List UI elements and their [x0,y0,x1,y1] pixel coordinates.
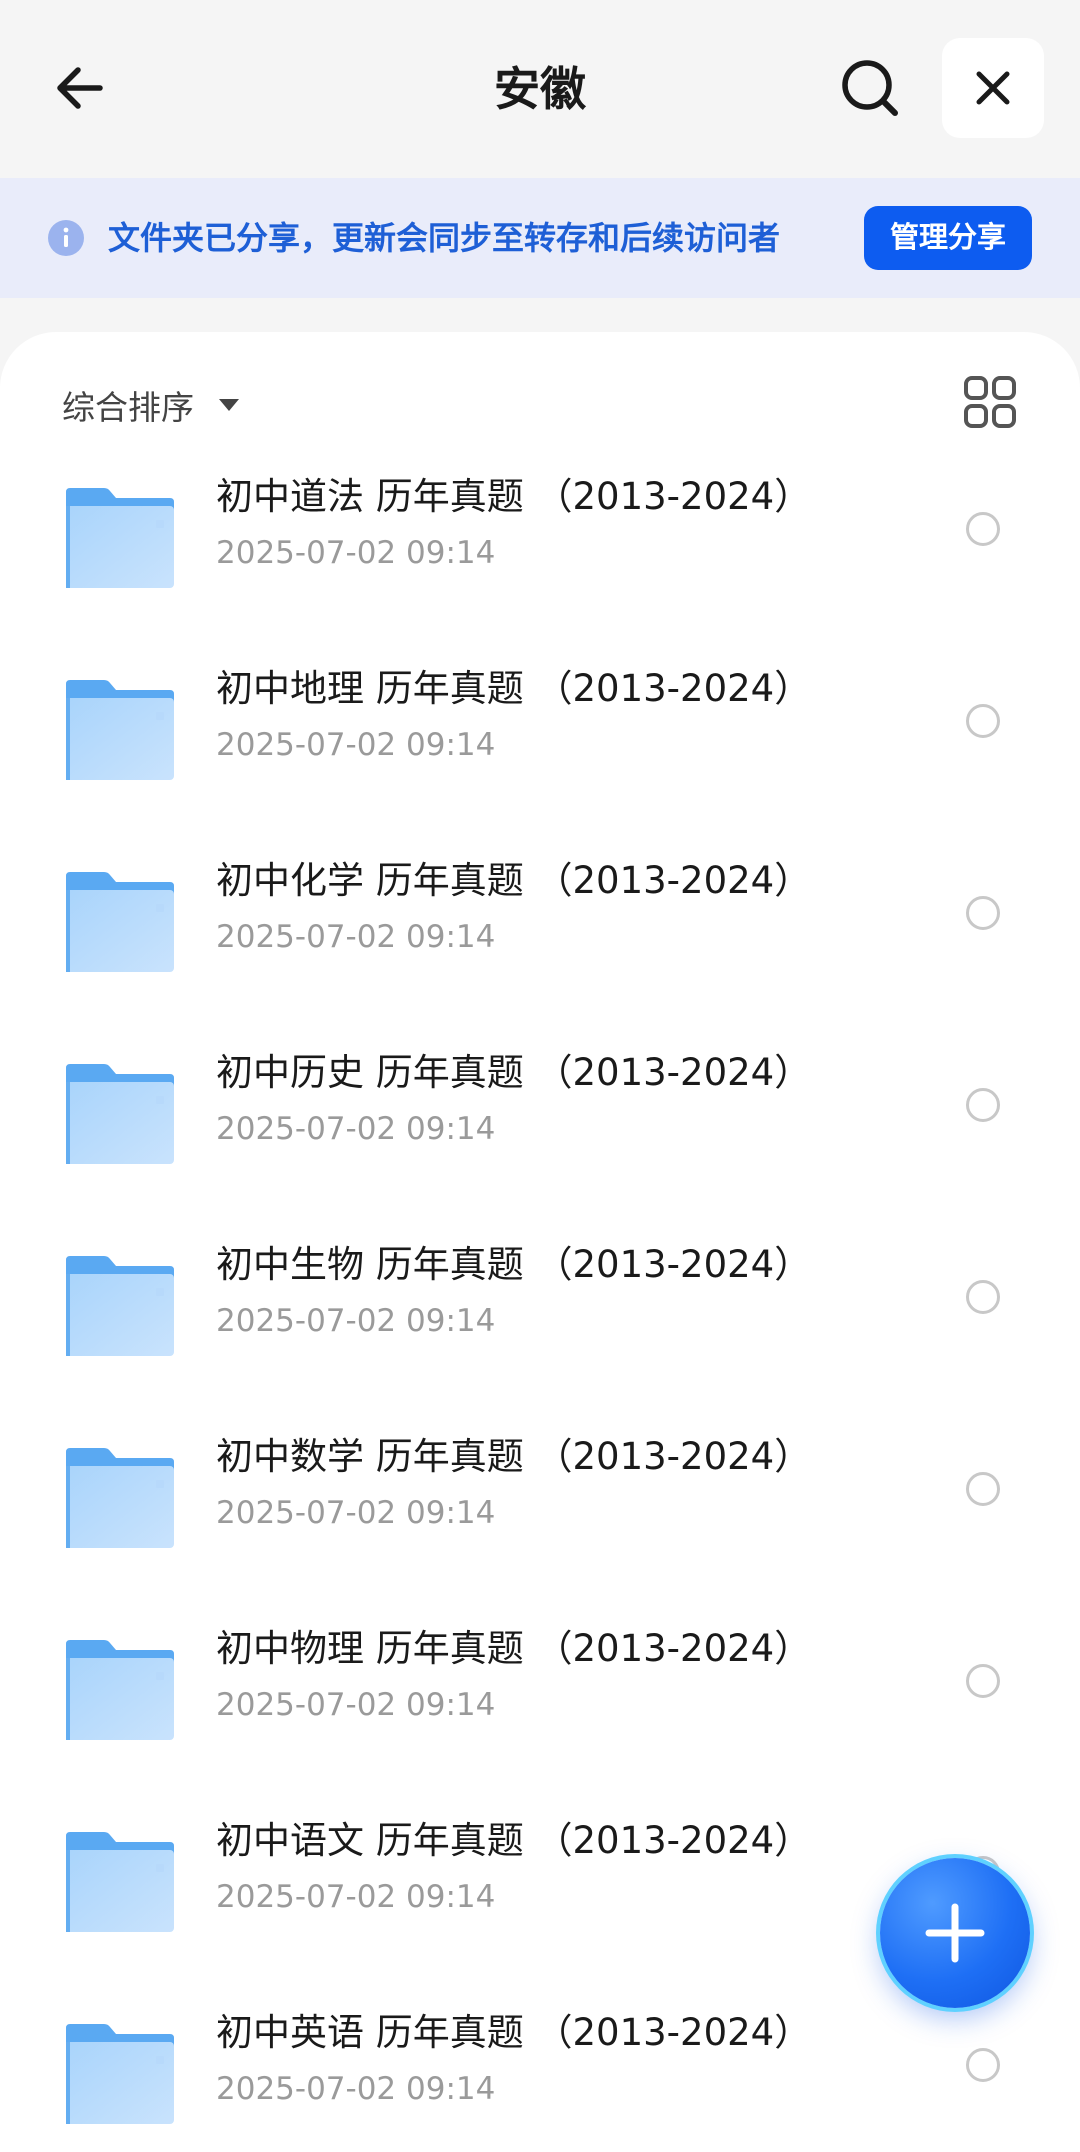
folder-date: 2025-07-02 09:14 [216,919,496,955]
list-item[interactable]: 初中地理 历年真题 （2013-2024） 2025-07-02 09:14 [0,654,1080,846]
folder-icon [66,1256,174,1356]
file-browser-screen: 安徽 文件夹已分享，更新会同步至转存和后续访问者 管理分享 综合排序 初中道法 … [0,0,1080,2152]
plus-icon [925,1903,985,1963]
grid-view-icon[interactable] [962,374,1018,430]
folder-name: 初中数学 历年真题 （2013-2024） [216,1435,812,1478]
search-button[interactable] [830,48,910,128]
share-notice-banner: 文件夹已分享，更新会同步至转存和后续访问者 管理分享 [0,178,1080,298]
folder-name: 初中生物 历年真题 （2013-2024） [216,1243,812,1286]
share-notice-text: 文件夹已分享，更新会同步至转存和后续访问者 [108,219,781,257]
folder-name: 初中语文 历年真题 （2013-2024） [216,1819,812,1862]
caret-down-icon [219,399,239,411]
search-icon [842,60,898,116]
folder-icon [66,680,174,780]
select-radio[interactable] [966,2048,1000,2082]
list-item[interactable]: 初中道法 历年真题 （2013-2024） 2025-07-02 09:14 [0,462,1080,654]
close-button[interactable] [942,38,1044,138]
folder-date: 2025-07-02 09:14 [216,1687,496,1723]
folder-icon [66,1640,174,1740]
select-radio[interactable] [966,1088,1000,1122]
close-icon [976,71,1010,105]
select-radio[interactable] [966,704,1000,738]
folder-icon [66,1832,174,1932]
list-item[interactable]: 初中历史 历年真题 （2013-2024） 2025-07-02 09:14 [0,1038,1080,1230]
folder-name: 初中物理 历年真题 （2013-2024） [216,1627,812,1670]
folder-date: 2025-07-02 09:14 [216,1111,496,1147]
select-radio[interactable] [966,1664,1000,1698]
manage-share-button[interactable]: 管理分享 [864,206,1032,270]
arrow-left-icon [57,67,103,109]
folder-name: 初中地理 历年真题 （2013-2024） [216,667,812,710]
list-item[interactable]: 初中英语 历年真题 （2013-2024） 2025-07-02 09:14 [0,1998,1080,2152]
select-radio[interactable] [966,896,1000,930]
folder-date: 2025-07-02 09:14 [216,727,496,763]
folder-icon [66,488,174,588]
list-toolbar: 综合排序 [0,332,1080,472]
list-item[interactable]: 初中物理 历年真题 （2013-2024） 2025-07-02 09:14 [0,1614,1080,1806]
folder-name: 初中化学 历年真题 （2013-2024） [216,859,812,902]
list-item[interactable]: 初中数学 历年真题 （2013-2024） 2025-07-02 09:14 [0,1422,1080,1614]
folder-icon [66,2024,174,2124]
folder-date: 2025-07-02 09:14 [216,1879,496,1915]
folder-icon [66,872,174,972]
add-button[interactable] [880,1858,1030,2008]
folder-icon [66,1448,174,1548]
list-item[interactable]: 初中生物 历年真题 （2013-2024） 2025-07-02 09:14 [0,1230,1080,1422]
info-icon [48,220,84,256]
folder-name: 初中历史 历年真题 （2013-2024） [216,1051,812,1094]
list-item[interactable]: 初中化学 历年真题 （2013-2024） 2025-07-02 09:14 [0,846,1080,1038]
folder-name: 初中道法 历年真题 （2013-2024） [216,475,812,518]
sort-label: 综合排序 [62,388,194,427]
back-button[interactable] [40,48,120,128]
select-radio[interactable] [966,1472,1000,1506]
page-title: 安徽 [494,62,586,116]
folder-date: 2025-07-02 09:14 [216,1303,496,1339]
folder-date: 2025-07-02 09:14 [216,535,496,571]
folder-name: 初中英语 历年真题 （2013-2024） [216,2011,812,2054]
folder-date: 2025-07-02 09:14 [216,2071,496,2107]
select-radio[interactable] [966,1280,1000,1314]
select-radio[interactable] [966,512,1000,546]
folder-date: 2025-07-02 09:14 [216,1495,496,1531]
sort-dropdown[interactable]: 综合排序 [62,380,240,430]
top-bar: 安徽 [0,0,1080,178]
folder-icon [66,1064,174,1164]
